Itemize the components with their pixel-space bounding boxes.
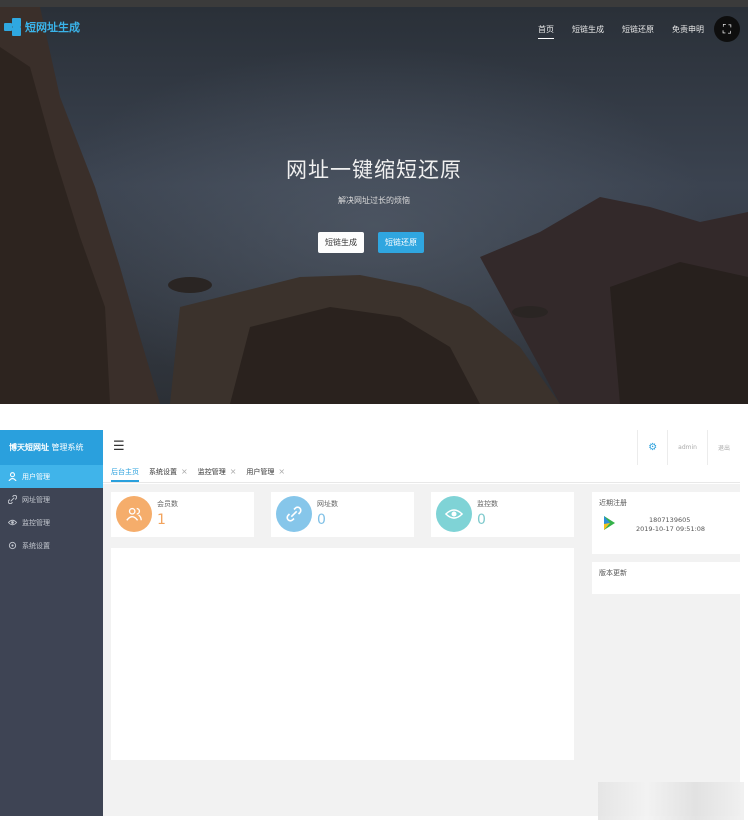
tab-users[interactable]: 用户管理 ×: [246, 464, 285, 482]
eye-icon: [436, 496, 472, 532]
recent-registrations-panel: 近期注册 1807139605 2019-10-17 09:51:08: [592, 492, 740, 554]
stat-card-monitors: 监控数 0: [431, 492, 574, 537]
window-top-strip: [0, 0, 748, 7]
header-actions: ⚙ admin 退出: [637, 430, 740, 465]
site-logo[interactable]: 短网址生成: [4, 18, 80, 36]
version-updates-panel: 版本更新: [592, 562, 740, 594]
stat-value: 0: [317, 512, 326, 528]
logo-icon: [4, 18, 22, 36]
sidebar-item-label: 系统设置: [22, 541, 50, 550]
link-icon: [276, 496, 312, 532]
admin-panel: 博天短网址 管理系统 用户管理 网址管理 监控管理 系统设置 ☰ ⚙ admin…: [0, 404, 748, 830]
sidebar-item-label: 监控管理: [22, 518, 50, 527]
sidebar-item-label: 网址管理: [22, 495, 50, 504]
nav-short-link-restore[interactable]: 短链还原: [622, 24, 654, 39]
registered-user-id: 1807139605: [649, 516, 691, 524]
settings-icon: [8, 541, 17, 550]
tab-bar: 后台主页 系统设置 × 监控管理 × 用户管理 ×: [103, 465, 740, 483]
tab-monitor[interactable]: 监控管理 ×: [198, 464, 237, 482]
registered-time: 2019-10-17 09:51:08: [636, 525, 706, 533]
panel-title: 近期注册: [599, 499, 627, 507]
close-icon[interactable]: ×: [278, 464, 285, 482]
admin-header: ☰ ⚙ admin 退出: [103, 430, 740, 465]
top-navigation: 首页 短链生成 短链还原 免责申明: [538, 24, 704, 39]
stat-label: 监控数: [477, 500, 498, 508]
sidebar-item-urls[interactable]: 网址管理: [0, 488, 103, 511]
eye-icon: [8, 518, 17, 527]
gear-icon: ⚙: [648, 442, 658, 453]
hero-title: 网址一键缩短还原: [286, 158, 462, 182]
restore-button[interactable]: 短链还原: [378, 232, 424, 253]
sidebar-item-settings[interactable]: 系统设置: [0, 534, 103, 557]
video-app-icon: [604, 516, 615, 530]
settings-button[interactable]: ⚙: [637, 430, 667, 465]
generate-button[interactable]: 短链生成: [318, 232, 364, 253]
sidebar-item-label: 用户管理: [22, 472, 50, 481]
blurred-watermark: [598, 782, 744, 820]
stat-card-urls: 网址数 0: [271, 492, 414, 537]
hero-actions: 短链生成 短链还原: [318, 232, 424, 253]
tab-label: 监控管理: [197, 468, 226, 476]
link-icon: [8, 495, 17, 504]
tab-system-settings[interactable]: 系统设置 ×: [149, 464, 188, 482]
stat-label: 网址数: [317, 500, 338, 508]
nav-disclaimer[interactable]: 免责申明: [672, 24, 704, 39]
main-chart-panel: [111, 548, 574, 760]
users-icon: [116, 496, 152, 532]
stat-value: 0: [477, 512, 486, 528]
hero-subtitle: 解决网址过长的烦恼: [338, 196, 410, 205]
stat-value: 1: [157, 512, 166, 528]
admin-brand: 博天短网址 管理系统: [0, 430, 103, 465]
close-icon[interactable]: ×: [181, 464, 188, 482]
tab-label: 系统设置: [149, 468, 177, 476]
close-icon[interactable]: ×: [230, 464, 237, 482]
sidebar-item-users[interactable]: 用户管理: [0, 465, 103, 488]
dashboard-content: 会员数 1 网址数 0 监控数 0 近期注册 1807139605 2019-1…: [103, 484, 740, 816]
nav-home[interactable]: 首页: [538, 24, 554, 39]
tab-label: 后台主页: [111, 468, 139, 476]
stat-label: 会员数: [157, 500, 178, 508]
user-icon: [8, 472, 17, 481]
hamburger-icon[interactable]: ☰: [113, 439, 125, 454]
logo-text: 短网址生成: [25, 21, 80, 34]
brand-suffix: 管理系统: [49, 443, 84, 452]
stat-card-members: 会员数 1: [111, 492, 254, 537]
scan-icon[interactable]: ⛶: [714, 16, 740, 42]
sidebar-menu: 用户管理 网址管理 监控管理 系统设置: [0, 465, 103, 557]
nav-short-link-generate[interactable]: 短链生成: [572, 24, 604, 39]
tab-home[interactable]: 后台主页: [111, 464, 139, 482]
user-menu[interactable]: admin: [667, 430, 707, 465]
landing-hero: 短网址生成 首页 短链生成 短链还原 免责申明 ⛶ 网址一键缩短还原 解决网址过…: [0, 0, 748, 404]
sidebar-item-monitor[interactable]: 监控管理: [0, 511, 103, 534]
brand-name: 博天短网址: [9, 443, 49, 452]
panel-title: 版本更新: [599, 569, 627, 577]
tab-label: 用户管理: [246, 468, 275, 476]
logout-button[interactable]: 退出: [706, 430, 740, 465]
